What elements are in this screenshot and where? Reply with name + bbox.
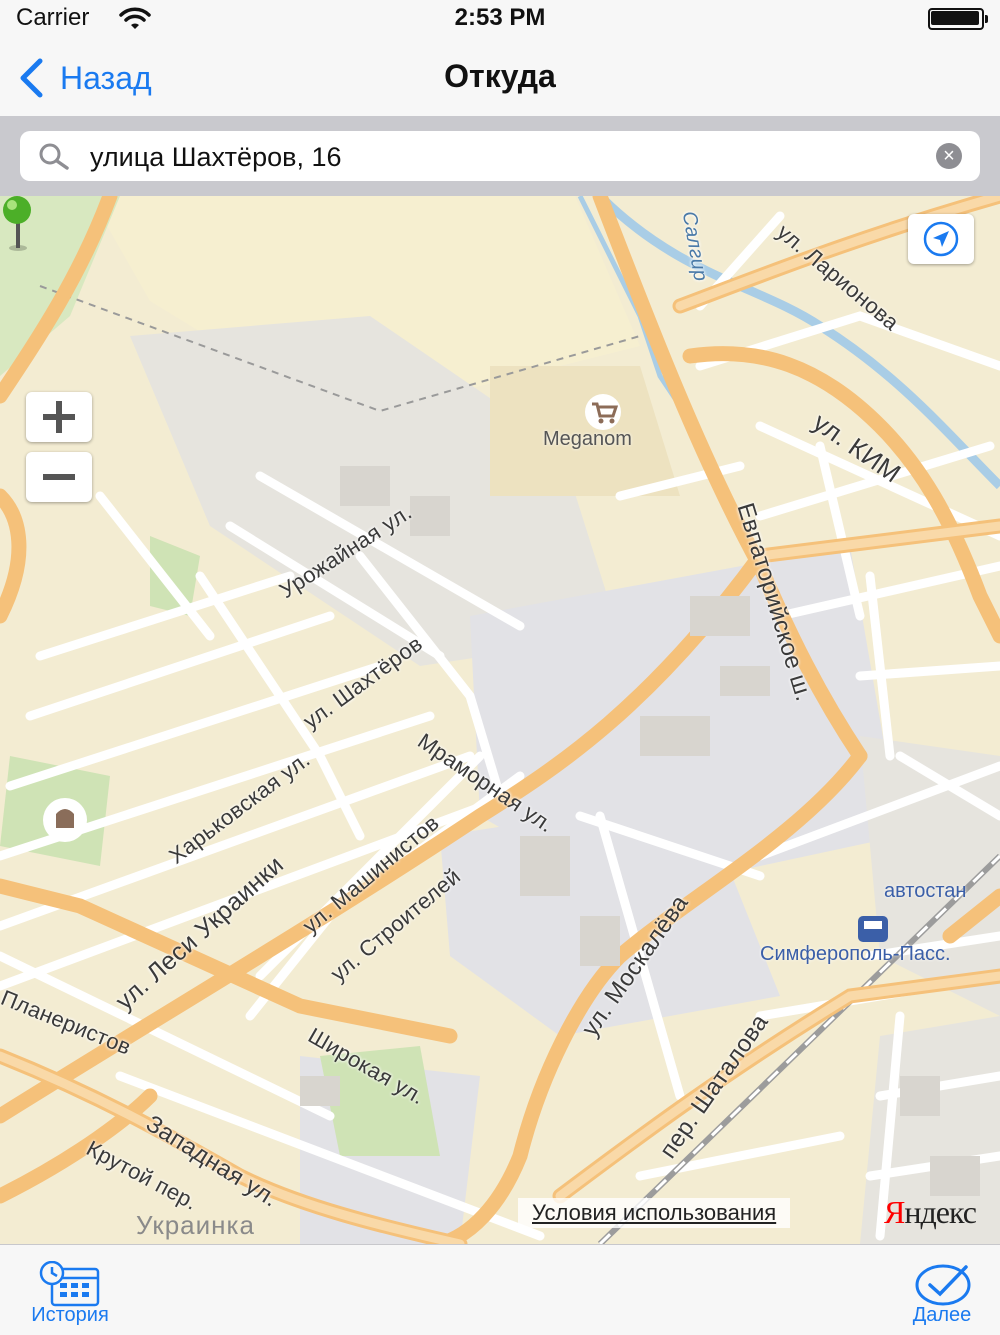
status-bar: Carrier 2:53 PM bbox=[0, 0, 1000, 40]
zoom-in-button[interactable] bbox=[26, 392, 92, 442]
calendar-clock-icon bbox=[39, 1261, 100, 1307]
next-tab-label: Далее bbox=[912, 1304, 972, 1326]
status-time: 2:53 PM bbox=[454, 4, 546, 31]
location-arrow-icon bbox=[923, 221, 959, 257]
back-button[interactable]: Назад bbox=[18, 56, 152, 100]
minus-icon bbox=[43, 474, 75, 480]
zoom-out-button[interactable] bbox=[26, 452, 92, 502]
poi-label-meganom: Meganom bbox=[543, 428, 632, 450]
shopping-cart-icon bbox=[592, 402, 618, 424]
yandex-logo: Яндекс bbox=[884, 1194, 977, 1230]
map-tiles bbox=[0, 196, 1000, 1244]
clear-icon[interactable]: × bbox=[936, 143, 962, 169]
search-icon bbox=[39, 143, 69, 170]
terms-of-use-link[interactable]: Условия использования bbox=[518, 1198, 791, 1228]
checkmark-icon bbox=[915, 1264, 971, 1306]
location-pin-icon[interactable] bbox=[0, 196, 36, 252]
search-input[interactable] bbox=[88, 131, 912, 183]
next-tab[interactable]: Далее bbox=[886, 1245, 998, 1335]
battery-icon bbox=[928, 8, 988, 30]
locate-me-button[interactable] bbox=[908, 214, 974, 264]
district-label: Украинка bbox=[136, 1210, 255, 1240]
search-field[interactable]: × bbox=[20, 131, 980, 183]
history-tab[interactable]: История bbox=[12, 1245, 128, 1335]
tab-bar: История Далее bbox=[0, 1244, 1000, 1335]
map-view[interactable]: Урожайная ул. ул. Шахтёров Харьковская у… bbox=[0, 196, 1000, 1244]
history-tab-label: История bbox=[31, 1304, 109, 1326]
search-bar: × bbox=[0, 116, 1000, 196]
back-label: Назад bbox=[60, 59, 152, 96]
chevron-left-icon bbox=[20, 58, 43, 98]
station-label: Симферополь-Пасс. bbox=[760, 943, 951, 965]
bus-station-label: автостан bbox=[884, 880, 967, 902]
navigation-bar: Назад Откуда bbox=[0, 40, 1000, 117]
